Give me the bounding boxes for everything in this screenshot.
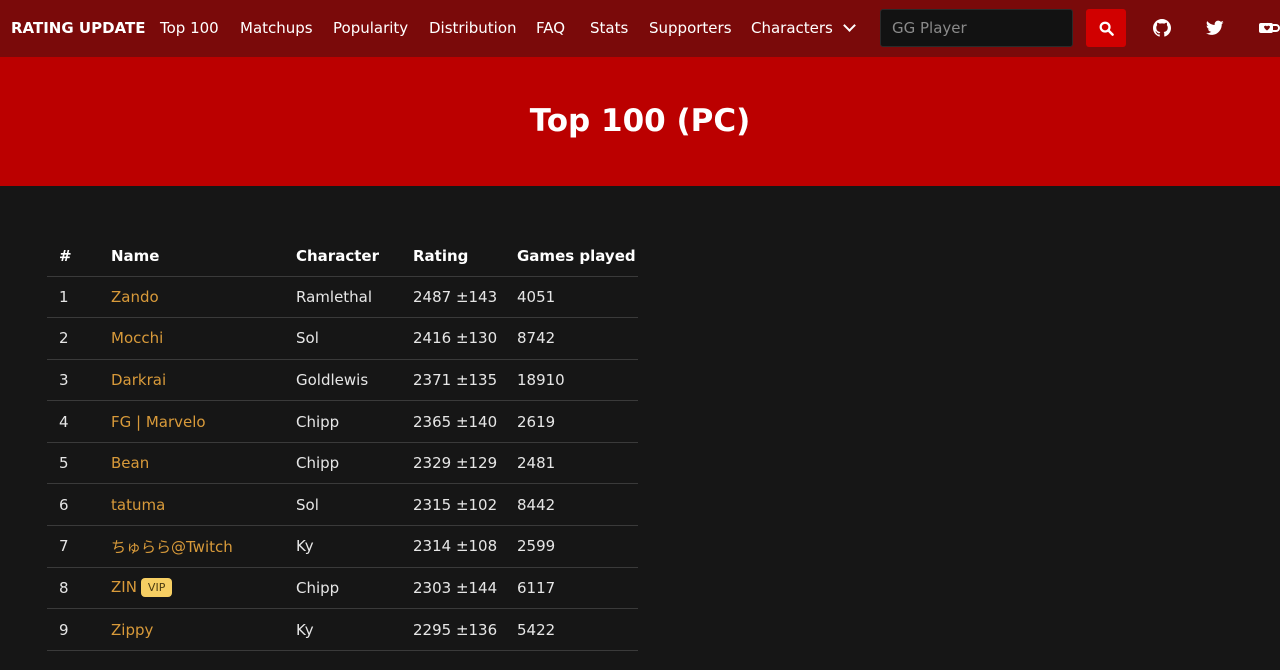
table-row: 6 tatuma Sol 2315 ±102 8442 bbox=[47, 483, 638, 527]
rank-cell: 1 bbox=[47, 276, 111, 319]
rank-cell: 5 bbox=[47, 442, 111, 485]
table-row: 7 ちゅらら@Twitch Ky 2314 ±108 2599 bbox=[47, 525, 638, 568]
rating-cell: 2314 ±108 bbox=[413, 525, 517, 568]
player-link[interactable]: FG | Marvelo bbox=[111, 413, 206, 431]
player-link[interactable]: Zando bbox=[111, 288, 159, 306]
games-played-cell: 8742 bbox=[517, 317, 638, 360]
nav-link-top-100[interactable]: Top 100 bbox=[160, 19, 219, 37]
character-cell: Chipp bbox=[296, 400, 413, 443]
table-row: 2 Mocchi Sol 2416 ±130 8742 bbox=[47, 317, 638, 360]
column-header-character: Character bbox=[296, 236, 413, 277]
ranking-table: # Name Character Rating Games played 1 Z… bbox=[47, 236, 638, 651]
column-header-games-played: Games played bbox=[517, 236, 638, 277]
name-cell: Zippy bbox=[111, 608, 296, 651]
character-cell: Sol bbox=[296, 317, 413, 360]
rank-cell: 8 bbox=[47, 567, 111, 610]
vip-badge: VIP bbox=[140, 578, 173, 598]
rank-cell: 7 bbox=[47, 525, 111, 568]
top-navbar: RATING UPDATE Top 100 Matchups Popularit… bbox=[0, 0, 1280, 57]
nav-link-supporters[interactable]: Supporters bbox=[649, 19, 732, 37]
games-played-cell: 6117 bbox=[517, 567, 638, 610]
nav-link-faq[interactable]: FAQ bbox=[536, 19, 565, 37]
player-search-input[interactable] bbox=[880, 9, 1073, 47]
rating-cell: 2365 ±140 bbox=[413, 400, 517, 443]
games-played-cell: 2481 bbox=[517, 442, 638, 485]
games-played-cell: 2619 bbox=[517, 400, 638, 443]
ranking-table-container: # Name Character Rating Games played 1 Z… bbox=[47, 236, 638, 651]
player-link[interactable]: Bean bbox=[111, 454, 149, 472]
nav-link-popularity[interactable]: Popularity bbox=[333, 19, 408, 37]
rating-cell: 2371 ±135 bbox=[413, 359, 517, 402]
name-cell: ちゅらら@Twitch bbox=[111, 525, 296, 568]
character-cell: Ramlethal bbox=[296, 276, 413, 319]
rating-cell: 2416 ±130 bbox=[413, 317, 517, 360]
table-row: 5 Bean Chipp 2329 ±129 2481 bbox=[47, 442, 638, 485]
character-cell: Sol bbox=[296, 483, 413, 527]
column-header-name: Name bbox=[111, 236, 296, 277]
rank-cell: 6 bbox=[47, 483, 111, 527]
coffee-icon bbox=[1259, 23, 1280, 33]
name-cell: ZIN VIP bbox=[111, 567, 296, 610]
name-cell: FG | Marvelo bbox=[111, 400, 296, 443]
chevron-down-icon bbox=[843, 19, 856, 32]
rank-cell: 3 bbox=[47, 359, 111, 402]
player-link[interactable]: Zippy bbox=[111, 621, 153, 639]
character-cell: Chipp bbox=[296, 442, 413, 485]
twitter-icon bbox=[1206, 20, 1224, 35]
twitter-link[interactable] bbox=[1205, 18, 1225, 38]
games-played-cell: 8442 bbox=[517, 483, 638, 527]
character-cell: Goldlewis bbox=[296, 359, 413, 402]
player-link[interactable]: ZIN bbox=[111, 578, 137, 596]
name-cell: Bean bbox=[111, 442, 296, 485]
hero-banner: Top 100 (PC) bbox=[0, 57, 1280, 186]
rank-cell: 2 bbox=[47, 317, 111, 360]
player-link[interactable]: Mocchi bbox=[111, 329, 163, 347]
player-link[interactable]: Darkrai bbox=[111, 371, 166, 389]
name-cell: Darkrai bbox=[111, 359, 296, 402]
player-link[interactable]: ちゅらら@Twitch bbox=[111, 538, 233, 556]
rank-cell: 4 bbox=[47, 400, 111, 443]
games-played-cell: 18910 bbox=[517, 359, 638, 402]
nav-link-matchups[interactable]: Matchups bbox=[240, 19, 313, 37]
search-button[interactable] bbox=[1086, 9, 1126, 47]
name-cell: tatuma bbox=[111, 483, 296, 527]
characters-dropdown[interactable]: Characters bbox=[751, 19, 856, 37]
table-row: 8 ZIN VIP Chipp 2303 ±144 6117 bbox=[47, 567, 638, 610]
rating-cell: 2295 ±136 bbox=[413, 608, 517, 651]
table-header-row: # Name Character Rating Games played bbox=[47, 236, 638, 277]
games-played-cell: 4051 bbox=[517, 276, 638, 319]
brand-logo-link[interactable]: RATING UPDATE bbox=[11, 19, 145, 37]
name-cell: Zando bbox=[111, 276, 296, 319]
nav-link-stats[interactable]: Stats bbox=[590, 19, 628, 37]
table-row: 9 Zippy Ky 2295 ±136 5422 bbox=[47, 608, 638, 651]
table-row: 4 FG | Marvelo Chipp 2365 ±140 2619 bbox=[47, 400, 638, 443]
search-icon bbox=[1099, 21, 1114, 36]
character-cell: Ky bbox=[296, 525, 413, 568]
character-cell: Ky bbox=[296, 608, 413, 651]
table-row: 3 Darkrai Goldlewis 2371 ±135 18910 bbox=[47, 359, 638, 402]
rating-cell: 2315 ±102 bbox=[413, 483, 517, 527]
github-icon bbox=[1153, 19, 1171, 37]
table-row: 1 Zando Ramlethal 2487 ±143 4051 bbox=[47, 276, 638, 319]
rank-cell: 9 bbox=[47, 608, 111, 651]
column-header-rating: Rating bbox=[413, 236, 517, 277]
character-cell: Chipp bbox=[296, 567, 413, 610]
rating-cell: 2487 ±143 bbox=[413, 276, 517, 319]
nav-link-distribution[interactable]: Distribution bbox=[429, 19, 517, 37]
page-title: Top 100 (PC) bbox=[529, 102, 751, 139]
ko-fi-link[interactable] bbox=[1258, 18, 1280, 38]
games-played-cell: 2599 bbox=[517, 525, 638, 568]
name-cell: Mocchi bbox=[111, 317, 296, 360]
github-link[interactable] bbox=[1152, 18, 1172, 38]
games-played-cell: 5422 bbox=[517, 608, 638, 651]
column-header-rank: # bbox=[47, 236, 111, 277]
characters-dropdown-label: Characters bbox=[751, 19, 833, 37]
rating-cell: 2329 ±129 bbox=[413, 442, 517, 485]
rating-cell: 2303 ±144 bbox=[413, 567, 517, 610]
player-link[interactable]: tatuma bbox=[111, 496, 165, 514]
